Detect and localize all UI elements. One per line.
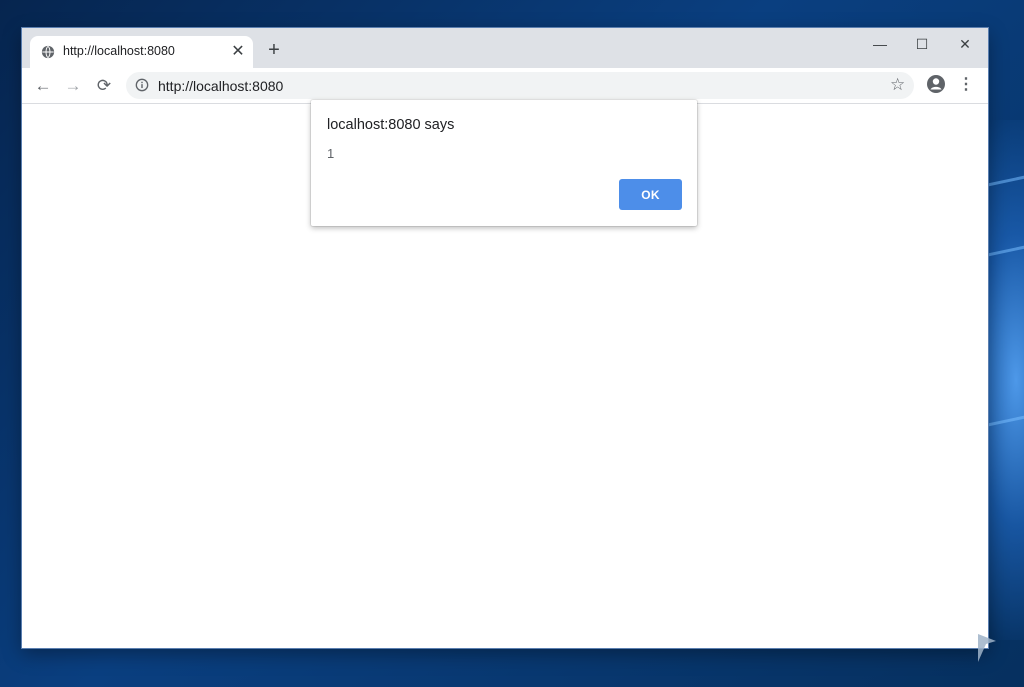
forward-button[interactable]: → [61,74,85,98]
toolbar: ← → ⟳ http://localhost:8080 ☆ ⋮ [22,68,988,104]
tab-localhost[interactable]: http://localhost:8080 ✕ [30,36,253,68]
bookmark-star-icon[interactable]: ☆ [890,75,905,95]
cursor-icon [978,634,996,662]
reload-button[interactable]: ⟳ [92,74,116,98]
page-content: localhost:8080 says 1 OK [22,100,988,648]
ok-button[interactable]: OK [619,179,682,210]
alert-dialog: localhost:8080 says 1 OK [311,100,697,226]
browser-window: http://localhost:8080 ✕ + — ☐ ✕ ← → ⟳ ht… [22,28,988,648]
dialog-message: 1 [327,146,335,161]
tab-title: http://localhost:8080 [63,44,175,58]
maximize-button[interactable]: ☐ [906,33,938,55]
tab-strip: http://localhost:8080 ✕ + — ☐ ✕ [22,28,988,68]
back-button[interactable]: ← [31,74,55,98]
close-icon[interactable]: ✕ [229,43,247,61]
address-bar[interactable]: http://localhost:8080 ☆ [126,72,914,99]
menu-icon[interactable]: ⋮ [958,74,974,96]
window-close-button[interactable]: ✕ [949,33,981,55]
info-icon[interactable] [135,78,149,92]
dialog-title: localhost:8080 says [327,117,455,133]
minimize-button[interactable]: — [864,33,896,55]
profile-icon[interactable] [926,74,946,94]
url-text: http://localhost:8080 [158,78,284,94]
globe-icon [41,45,55,59]
new-tab-button[interactable]: + [264,40,284,60]
